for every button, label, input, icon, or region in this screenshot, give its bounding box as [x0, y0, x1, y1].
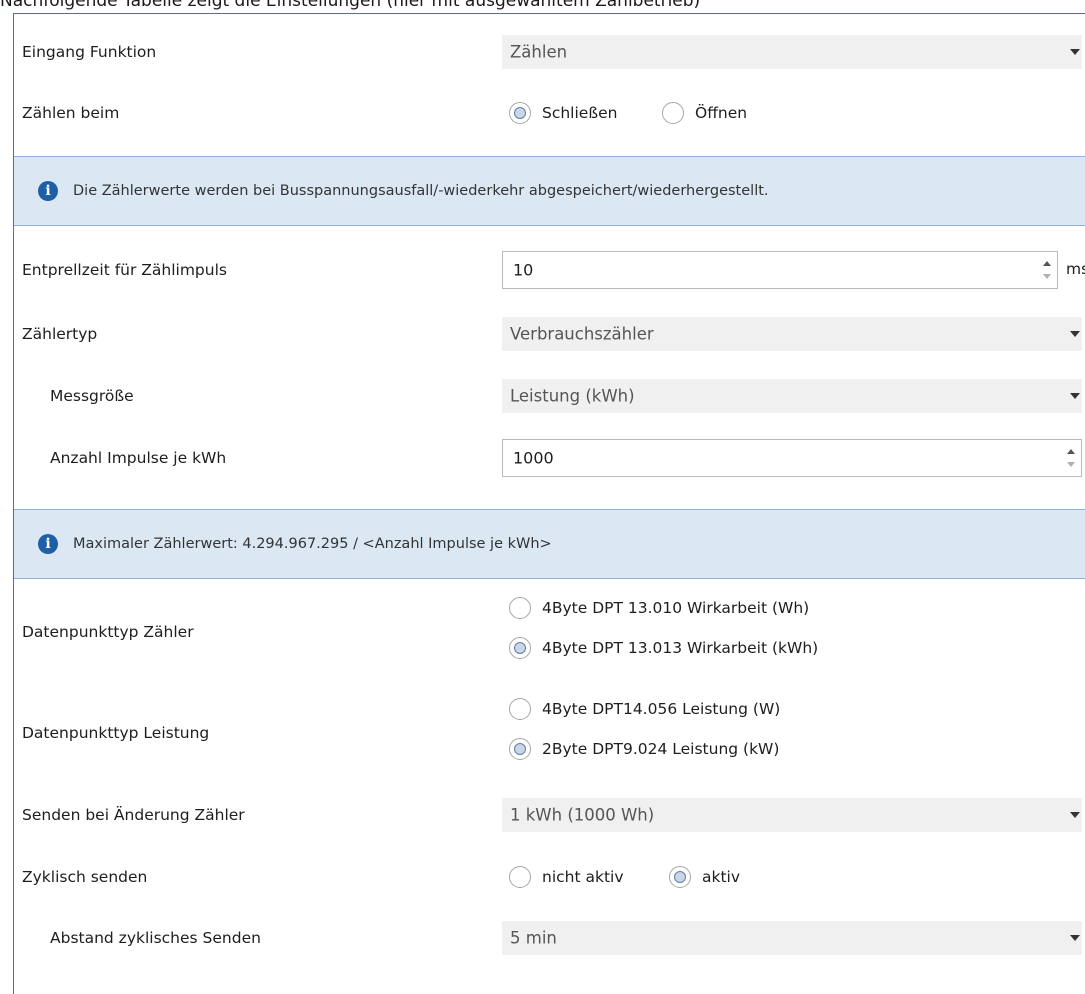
label-zaehlertyp: Zählertyp: [22, 325, 98, 343]
radio-oeffnen[interactable]: Öffnen: [662, 102, 747, 124]
row-zyklisch-senden: Zyklisch senden nicht aktiv aktiv: [14, 857, 1085, 897]
label-eingang-funktion: Eingang Funktion: [22, 43, 157, 61]
label-senden-aenderung: Senden bei Änderung Zähler: [22, 806, 245, 824]
senden-aenderung-dropdown[interactable]: 1 kWh (1000 Wh): [502, 798, 1082, 832]
row-datenpunkttyp-leistung: Datenpunkttyp Leistung 4Byte DPT14.056 L…: [14, 692, 1085, 774]
radio-circle-selected[interactable]: [509, 738, 531, 760]
label-entprellzeit: Entprellzeit für Zählimpuls: [22, 261, 227, 279]
label-zyklisch-senden: Zyklisch senden: [22, 868, 148, 886]
radio-circle[interactable]: [509, 698, 531, 720]
entprellzeit-value: 10: [513, 260, 534, 280]
chevron-down-icon: [1070, 812, 1080, 818]
spin-up-icon[interactable]: [1043, 261, 1051, 266]
info-icon: i: [38, 534, 58, 554]
radio-label-schliessen: Schließen: [542, 104, 618, 122]
abstand-senden-value: 5 min: [510, 928, 557, 948]
row-zaehlen-beim: Zählen beim Schließen Öffnen: [14, 93, 1085, 133]
radio-label-dpt-9-024: 2Byte DPT9.024 Leistung (kW): [542, 740, 780, 758]
label-datenpunkttyp-zaehler: Datenpunkttyp Zähler: [22, 623, 194, 641]
spin-up-icon[interactable]: [1067, 449, 1075, 454]
row-messgroesse: Messgröße Leistung (kWh): [14, 376, 1085, 416]
radio-dpt-14-056[interactable]: 4Byte DPT14.056 Leistung (W): [509, 698, 780, 720]
abstand-senden-dropdown[interactable]: 5 min: [502, 921, 1082, 955]
radio-label-aktiv: aktiv: [702, 868, 741, 886]
messgroesse-value: Leistung (kWh): [510, 386, 635, 406]
zaehlertyp-dropdown[interactable]: Verbrauchszähler: [502, 317, 1082, 351]
label-messgroesse: Messgröße: [50, 387, 134, 405]
radio-circle[interactable]: [509, 866, 531, 888]
chevron-down-icon: [1070, 49, 1080, 55]
row-anzahl-impulse: Anzahl Impulse je kWh 1000: [14, 438, 1085, 478]
chevron-down-icon: [1070, 935, 1080, 941]
spin-down-icon[interactable]: [1067, 462, 1075, 467]
row-datenpunkttyp-zaehler: Datenpunkttyp Zähler 4Byte DPT 13.010 Wi…: [14, 591, 1085, 673]
info-icon: i: [38, 181, 58, 201]
info-box-max-zaehlerwert: i Maximaler Zählerwert: 4.294.967.295 / …: [14, 509, 1085, 579]
anzahl-impulse-value: 1000: [513, 448, 554, 468]
radio-label-dpt-13-010: 4Byte DPT 13.010 Wirkarbeit (Wh): [542, 599, 810, 617]
chevron-down-icon: [1070, 393, 1080, 399]
radio-dpt-13-013[interactable]: 4Byte DPT 13.013 Wirkarbeit (kWh): [509, 637, 818, 659]
entprellzeit-input[interactable]: 10: [502, 251, 1058, 289]
radio-dpt-9-024[interactable]: 2Byte DPT9.024 Leistung (kW): [509, 738, 779, 760]
label-zaehlen-beim: Zählen beim: [22, 104, 120, 122]
info-box-zaehlerwerte: i Die Zählerwerte werden bei Busspannung…: [14, 156, 1085, 226]
radio-circle-selected[interactable]: [669, 866, 691, 888]
info-text-max-zaehlerwert: Maximaler Zählerwert: 4.294.967.295 / <A…: [73, 536, 552, 552]
radio-circle-selected[interactable]: [509, 102, 531, 124]
eingang-funktion-dropdown[interactable]: Zählen: [502, 35, 1082, 69]
entprellzeit-unit: ms: [1066, 260, 1085, 278]
label-abstand-senden: Abstand zyklisches Senden: [50, 929, 261, 947]
senden-aenderung-value: 1 kWh (1000 Wh): [510, 805, 655, 825]
row-senden-aenderung: Senden bei Änderung Zähler 1 kWh (1000 W…: [14, 795, 1085, 835]
radio-schliessen[interactable]: Schließen: [509, 102, 617, 124]
radio-label-dpt-14-056: 4Byte DPT14.056 Leistung (W): [542, 700, 781, 718]
eingang-funktion-value: Zählen: [510, 42, 568, 62]
radio-circle-selected[interactable]: [509, 637, 531, 659]
zaehlertyp-value: Verbrauchszähler: [510, 324, 654, 344]
spin-down-icon[interactable]: [1043, 274, 1051, 279]
radio-label-nicht-aktiv: nicht aktiv: [542, 868, 624, 886]
row-zaehlertyp: Zählertyp Verbrauchszähler: [14, 314, 1085, 354]
radio-aktiv[interactable]: aktiv: [669, 866, 740, 888]
row-entprellzeit: Entprellzeit für Zählimpuls 10 ms: [14, 250, 1085, 290]
radio-circle[interactable]: [662, 102, 684, 124]
radio-dpt-13-010[interactable]: 4Byte DPT 13.010 Wirkarbeit (Wh): [509, 597, 809, 619]
anzahl-impulse-input[interactable]: 1000: [502, 439, 1082, 477]
label-datenpunkttyp-leistung: Datenpunkttyp Leistung: [22, 724, 210, 742]
parameter-panel: Eingang Funktion Zählen Zählen beim Schl…: [13, 13, 1085, 994]
info-text-zaehlerwerte: Die Zählerwerte werden bei Busspannungsa…: [73, 183, 769, 199]
radio-label-dpt-13-013: 4Byte DPT 13.013 Wirkarbeit (kWh): [542, 639, 819, 657]
radio-label-oeffnen: Öffnen: [695, 104, 748, 122]
label-anzahl-impulse: Anzahl Impulse je kWh: [50, 449, 227, 467]
row-eingang-funktion: Eingang Funktion Zählen: [14, 32, 1085, 72]
chevron-down-icon: [1070, 331, 1080, 337]
messgroesse-dropdown[interactable]: Leistung (kWh): [502, 379, 1082, 413]
radio-circle[interactable]: [509, 597, 531, 619]
row-abstand-senden: Abstand zyklisches Senden 5 min: [14, 918, 1085, 958]
radio-nicht-aktiv[interactable]: nicht aktiv: [509, 866, 624, 888]
